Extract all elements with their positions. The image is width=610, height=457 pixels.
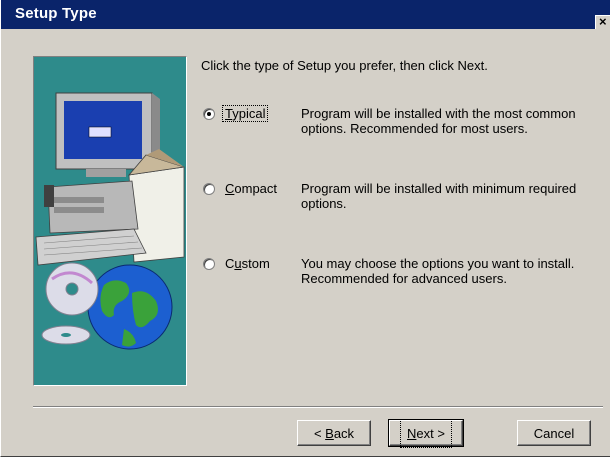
option-typical[interactable]: Typical Program will be installed with t… [201, 105, 601, 146]
next-button[interactable]: Next > [388, 419, 464, 448]
radio-selected-dot [207, 112, 211, 116]
option-typical-description: Program will be installed with the most … [301, 106, 576, 136]
option-typical-label[interactable]: Typical [221, 105, 269, 122]
setup-prompt: Click the type of Setup you prefer, then… [201, 58, 488, 73]
option-custom-label[interactable]: Custom [223, 256, 272, 271]
radio-compact[interactable] [203, 183, 215, 195]
option-custom[interactable]: Custom You may choose the options you wa… [201, 256, 601, 296]
option-compact-description: Program will be installed with minimum r… [301, 181, 577, 211]
computer-cd-globe-icon [35, 92, 185, 350]
back-button[interactable]: < Back [297, 420, 371, 446]
cancel-button[interactable]: Cancel [517, 420, 591, 446]
close-icon: × [599, 14, 607, 29]
radio-custom[interactable] [203, 258, 215, 270]
close-button[interactable]: × [595, 15, 610, 29]
setup-illustration [33, 56, 187, 386]
option-custom-description: You may choose the options you want to i… [301, 256, 575, 286]
radio-typical[interactable] [203, 108, 215, 120]
setup-type-dialog: Setup Type × Click the type of Setup you… [0, 0, 610, 457]
option-compact[interactable]: Compact Program will be installed with m… [201, 181, 601, 221]
title-bar[interactable]: Setup Type × [1, 0, 610, 29]
button-separator [33, 406, 603, 408]
option-compact-label[interactable]: Compact [223, 181, 279, 196]
window-title: Setup Type [15, 5, 97, 22]
